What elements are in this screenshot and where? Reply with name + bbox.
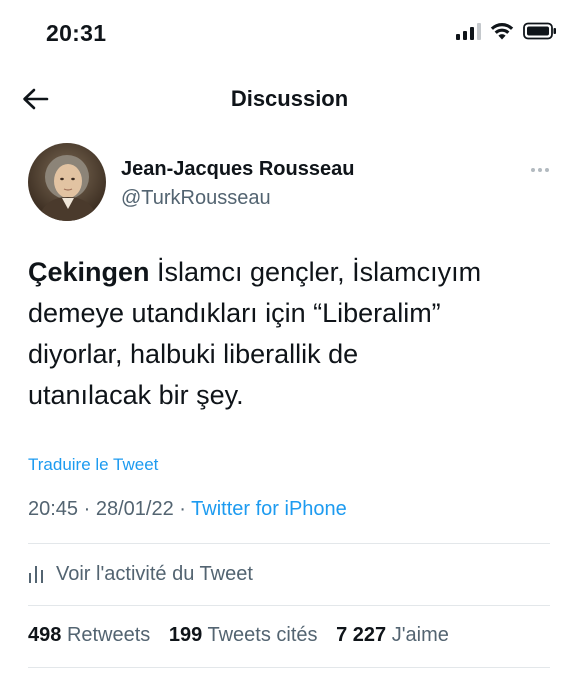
author-name[interactable]: Jean-Jacques Rousseau [121, 158, 354, 181]
author-handle[interactable]: @TurkRousseau [121, 187, 271, 210]
status-icons [456, 22, 557, 40]
likes-label: J'aime [391, 624, 449, 646]
avatar-portrait [28, 143, 106, 221]
meta-separator: · [179, 498, 186, 520]
nav-header: Discussion [0, 62, 579, 134]
tweet-time: 20:45 [28, 498, 79, 520]
likes-stat[interactable]: 7 227 J'aime [336, 624, 449, 647]
page-title: Discussion [230, 86, 349, 111]
wifi-icon [490, 23, 514, 40]
retweets-label: Retweets [66, 624, 151, 646]
status-bar: 20:31 [0, 0, 579, 62]
retweets-count: 498 [28, 624, 62, 646]
tweet-text-line: diyorlar, halbuki liberallik de [28, 339, 359, 369]
tweet-text-line-rest: İslamcı gençler, İslamcıyım [149, 257, 482, 287]
tweet-text-line: Çekingen İslamcı gençler, İslamcıyım [28, 252, 558, 293]
divider [28, 543, 550, 544]
analytics-bars-icon [29, 566, 43, 583]
tweet-text-line: utanılacak bir şey. [28, 380, 244, 410]
avatar[interactable] [28, 143, 106, 221]
retweets-stat[interactable]: 498 Retweets [28, 624, 150, 647]
quotes-label: Tweets cités [207, 624, 318, 646]
tweet-meta: 20:45 · 28/01/22 · Twitter for iPhone [28, 498, 347, 521]
tweet-stats: 498 Retweets 199 Tweets cités 7 227 J'ai… [28, 624, 462, 647]
tweet-text-emphasis: Çekingen [28, 257, 150, 287]
divider [28, 605, 550, 606]
more-horizontal-icon[interactable] [525, 160, 555, 180]
divider [28, 667, 550, 668]
activity-label: Voir l'activité du Tweet [56, 562, 253, 585]
tweet-text: Çekingen İslamcı gençler, İslamcıyım dem… [28, 252, 558, 416]
tweet-source-link[interactable]: Twitter for iPhone [191, 498, 347, 520]
tweet-activity-button[interactable]: Voir l'activité du Tweet [28, 559, 253, 589]
meta-separator: · [83, 498, 91, 520]
status-time: 20:31 [46, 20, 107, 46]
signal-icon [456, 22, 481, 40]
quotes-stat[interactable]: 199 Tweets cités [169, 624, 318, 647]
translate-tweet-link[interactable]: Traduire le Tweet [28, 455, 158, 475]
tweet-date: 28/01/22 [95, 498, 174, 520]
tweet-text-line: demeye utandıkları için “Liberalim” [28, 298, 441, 328]
likes-count: 7 227 [336, 624, 387, 646]
battery-icon [523, 22, 556, 40]
quotes-count: 199 [168, 624, 203, 646]
